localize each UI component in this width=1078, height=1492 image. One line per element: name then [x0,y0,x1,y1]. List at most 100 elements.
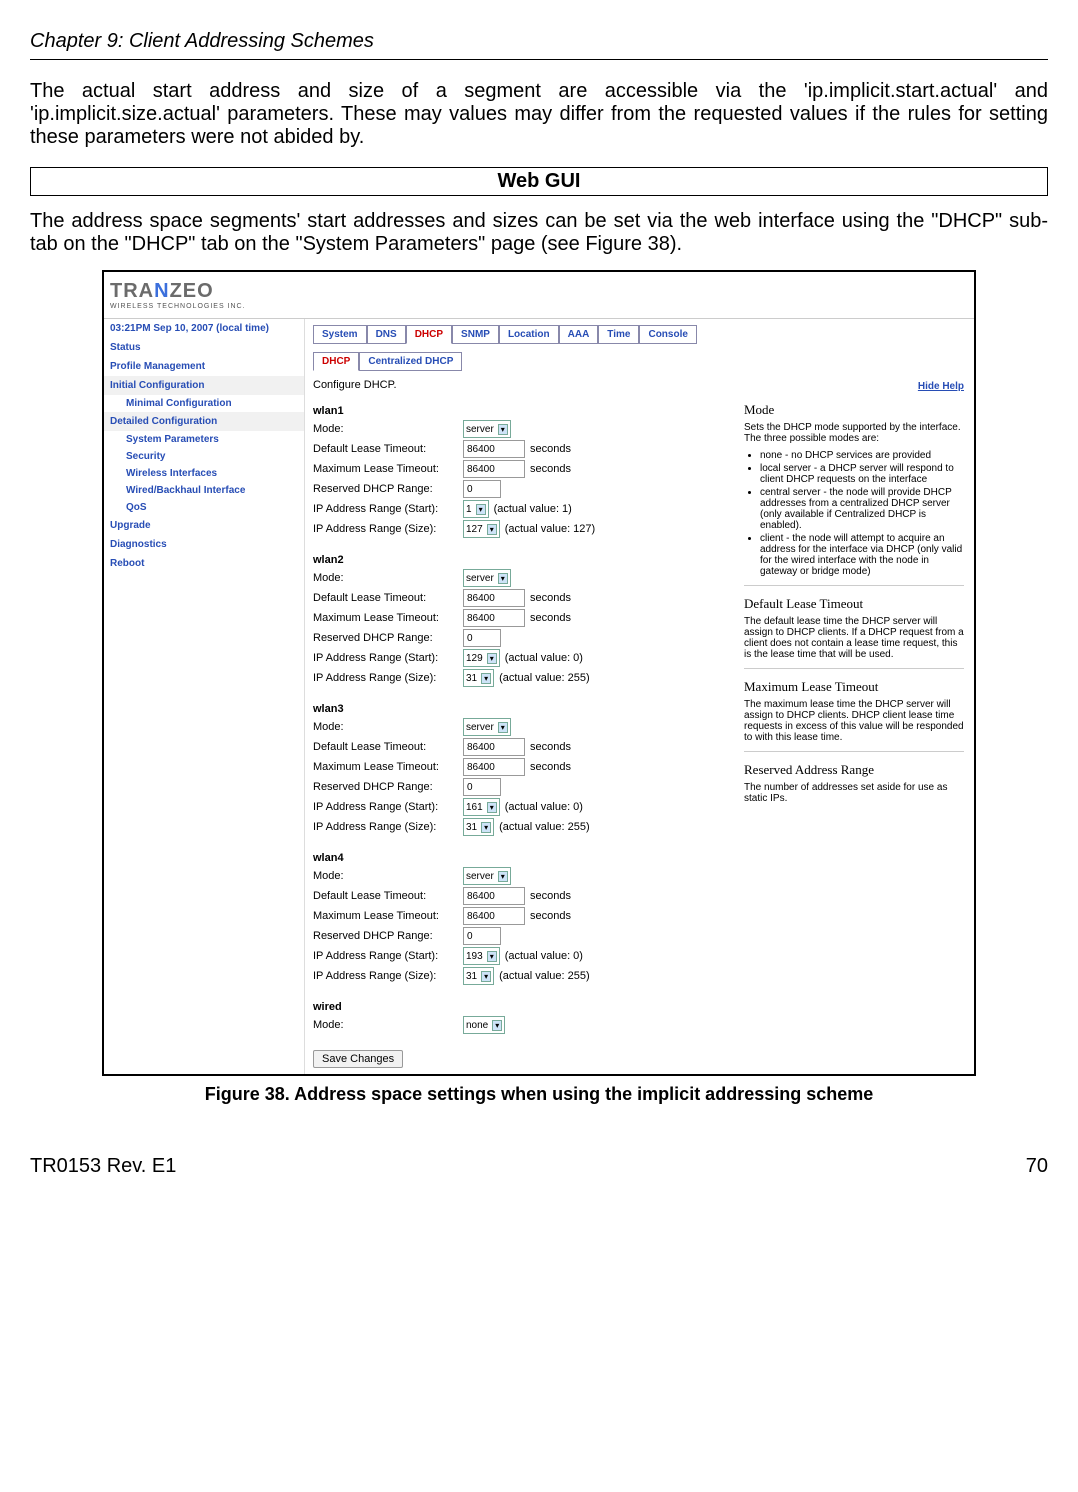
help-mode-item: central server - the node will provide D… [760,487,964,531]
iface-title: wlan4 [313,852,673,864]
help-dlt-title: Default Lease Timeout [744,596,964,612]
help-mode-item: none - no DHCP services are provided [760,450,964,461]
tab-location[interactable]: Location [499,325,559,344]
select-mode[interactable]: server [463,569,511,587]
sidebar-detailed-config[interactable]: Detailed Configuration [104,412,304,431]
label-size: IP Address Range (Size): [313,821,463,833]
select-size[interactable]: 127 [463,520,500,538]
logo-area: TRANZEO WIRELESS TECHNOLOGIES INC. [104,272,974,319]
label-size: IP Address Range (Size): [313,523,463,535]
tab-dns[interactable]: DNS [367,325,406,344]
sidebar-system-params[interactable]: System Parameters [104,431,304,448]
iface-wired: wired Mode:none [313,1001,673,1034]
input-mlt[interactable] [463,460,525,478]
help-mlt-title: Maximum Lease Timeout [744,679,964,695]
select-start[interactable]: 193 [463,947,500,965]
actual-size: (actual value: 255) [499,970,590,982]
select-mode[interactable]: server [463,718,511,736]
input-mlt[interactable] [463,907,525,925]
unit-seconds: seconds [530,761,571,773]
sidebar-qos[interactable]: QoS [104,499,304,516]
select-start[interactable]: 129 [463,649,500,667]
input-reserved[interactable] [463,480,501,498]
tab-system[interactable]: System [313,325,367,344]
label-dlt: Default Lease Timeout: [313,741,463,753]
help-panel: Hide Help Mode Sets the DHCP mode suppor… [744,381,964,810]
input-dlt[interactable] [463,738,525,756]
save-changes-button[interactable]: Save Changes [313,1050,403,1068]
figure-caption: Figure 38. Address space settings when u… [30,1084,1048,1105]
actual-start: (actual value: 0) [505,652,583,664]
sidebar-status[interactable]: Status [104,338,304,357]
intro-paragraph-2: The address space segments' start addres… [30,210,1048,256]
input-dlt[interactable] [463,887,525,905]
actual-start: (actual value: 0) [505,950,583,962]
sidebar-profile[interactable]: Profile Management [104,357,304,376]
iface-title: wlan3 [313,703,673,715]
label-dlt: Default Lease Timeout: [313,890,463,902]
select-size[interactable]: 31 [463,669,494,687]
footer-left: TR0153 Rev. E1 [30,1155,176,1178]
iface-title: wlan2 [313,554,673,566]
sidebar-initial-config[interactable]: Initial Configuration [104,376,304,395]
input-reserved[interactable] [463,778,501,796]
sidebar-minimal-config[interactable]: Minimal Configuration [104,395,304,412]
iface-wlan3: wlan3Mode:serverDefault Lease Timeout:se… [313,703,673,836]
subtab-dhcp[interactable]: DHCP [313,352,359,371]
select-mode[interactable]: server [463,420,511,438]
hide-help-link[interactable]: Hide Help [744,381,964,392]
select-start[interactable]: 1 [463,500,489,518]
tab-time[interactable]: Time [598,325,639,344]
unit-seconds: seconds [530,910,571,922]
help-dlt-text: The default lease time the DHCP server w… [744,616,964,660]
brand-subtitle: WIRELESS TECHNOLOGIES INC. [110,303,968,310]
input-reserved[interactable] [463,629,501,647]
sidebar: 03:21PM Sep 10, 2007 (local time) Status… [104,319,305,1074]
screenshot-container: TRANZEO WIRELESS TECHNOLOGIES INC. 03:21… [102,270,976,1076]
label-dlt: Default Lease Timeout: [313,443,463,455]
input-dlt[interactable] [463,589,525,607]
sidebar-backhaul[interactable]: Wired/Backhaul Interface [104,482,304,499]
label-reserved: Reserved DHCP Range: [313,930,463,942]
help-mlt-text: The maximum lease time the DHCP server w… [744,699,964,743]
label-mlt: Maximum Lease Timeout: [313,463,463,475]
brand-post: ZEO [170,280,214,302]
sidebar-reboot[interactable]: Reboot [104,554,304,573]
sidebar-diagnostics[interactable]: Diagnostics [104,535,304,554]
actual-start: (actual value: 0) [505,801,583,813]
input-mlt[interactable] [463,609,525,627]
sidebar-security[interactable]: Security [104,448,304,465]
input-dlt[interactable] [463,440,525,458]
brand-pre: TRA [110,280,154,302]
input-mlt[interactable] [463,758,525,776]
select-size[interactable]: 31 [463,967,494,985]
select-mode-wired[interactable]: none [463,1016,505,1034]
sidebar-time: 03:21PM Sep 10, 2007 (local time) [104,319,304,338]
label-mlt: Maximum Lease Timeout: [313,910,463,922]
subtab-centralized[interactable]: Centralized DHCP [359,352,462,371]
iface-wlan2: wlan2Mode:serverDefault Lease Timeout:se… [313,554,673,687]
tab-aaa[interactable]: AAA [559,325,599,344]
intro-paragraph-1: The actual start address and size of a s… [30,80,1048,149]
label-reserved: Reserved DHCP Range: [313,483,463,495]
main-tabs: System DNS DHCP SNMP Location AAA Time C… [313,325,966,344]
select-start[interactable]: 161 [463,798,500,816]
sidebar-wireless[interactable]: Wireless Interfaces [104,465,304,482]
tab-console[interactable]: Console [639,325,696,344]
tab-snmp[interactable]: SNMP [452,325,499,344]
tab-dhcp[interactable]: DHCP [406,325,452,344]
iface-title-wired: wired [313,1001,673,1013]
brand-logo: TRANZEO [110,280,968,303]
label-start: IP Address Range (Start): [313,801,463,813]
label-mode: Mode: [313,572,463,584]
unit-seconds: seconds [530,612,571,624]
sidebar-upgrade[interactable]: Upgrade [104,516,304,535]
label-mlt: Maximum Lease Timeout: [313,612,463,624]
help-res-text: The number of addresses set aside for us… [744,782,964,804]
label-mode: Mode: [313,1019,463,1031]
select-size[interactable]: 31 [463,818,494,836]
label-mode: Mode: [313,423,463,435]
input-reserved[interactable] [463,927,501,945]
select-mode[interactable]: server [463,867,511,885]
unit-seconds: seconds [530,463,571,475]
